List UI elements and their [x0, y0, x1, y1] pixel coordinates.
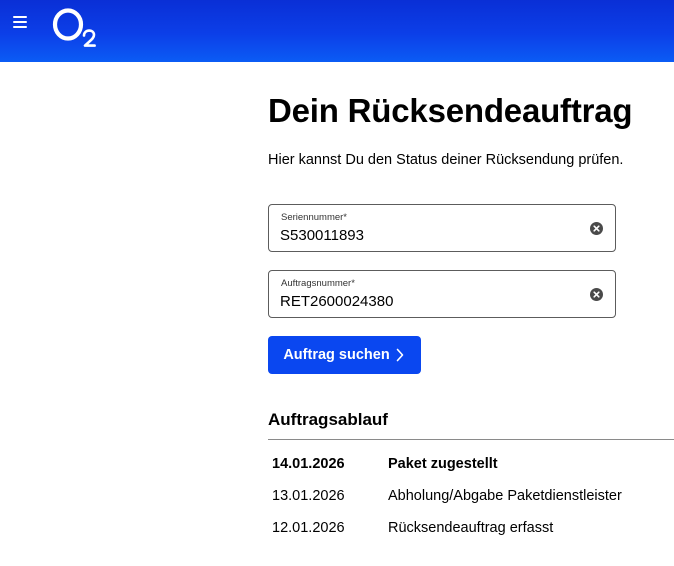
order-number-field[interactable]: Auftragsnummer* [268, 270, 616, 318]
order-number-label: Auftragsnummer* [281, 278, 355, 289]
o2-logo-mark [52, 8, 96, 47]
clear-icon[interactable] [590, 222, 603, 235]
order-history-title: Auftragsablauf [268, 410, 388, 429]
history-event: Rücksendeauftrag erfasst [388, 520, 554, 536]
divider [268, 439, 674, 440]
page-subtitle: Hier kannst Du den Status deiner Rücksen… [268, 152, 624, 168]
o2-logo[interactable] [51, 3, 103, 51]
history-date: 13.01.2026 [272, 488, 345, 504]
order-number-input[interactable] [280, 292, 570, 312]
history-event: Paket zugestellt [388, 456, 498, 472]
history-event: Abholung/Abgabe Paketdienstleister [388, 488, 622, 504]
search-order-button-label: Auftrag suchen [283, 347, 390, 363]
page-title: Dein Rücksendeauftrag [268, 92, 633, 129]
serial-number-input[interactable] [280, 226, 570, 246]
history-date: 14.01.2026 [272, 456, 345, 472]
chevron-right-icon [394, 348, 406, 362]
clear-icon[interactable] [590, 288, 603, 301]
history-date: 12.01.2026 [272, 520, 345, 536]
search-order-button[interactable]: Auftrag suchen [268, 336, 421, 374]
serial-number-label: Seriennummer* [281, 212, 347, 223]
serial-number-field[interactable]: Seriennummer* [268, 204, 616, 252]
top-header-bar [0, 0, 674, 62]
hamburger-menu-icon[interactable] [13, 16, 27, 28]
